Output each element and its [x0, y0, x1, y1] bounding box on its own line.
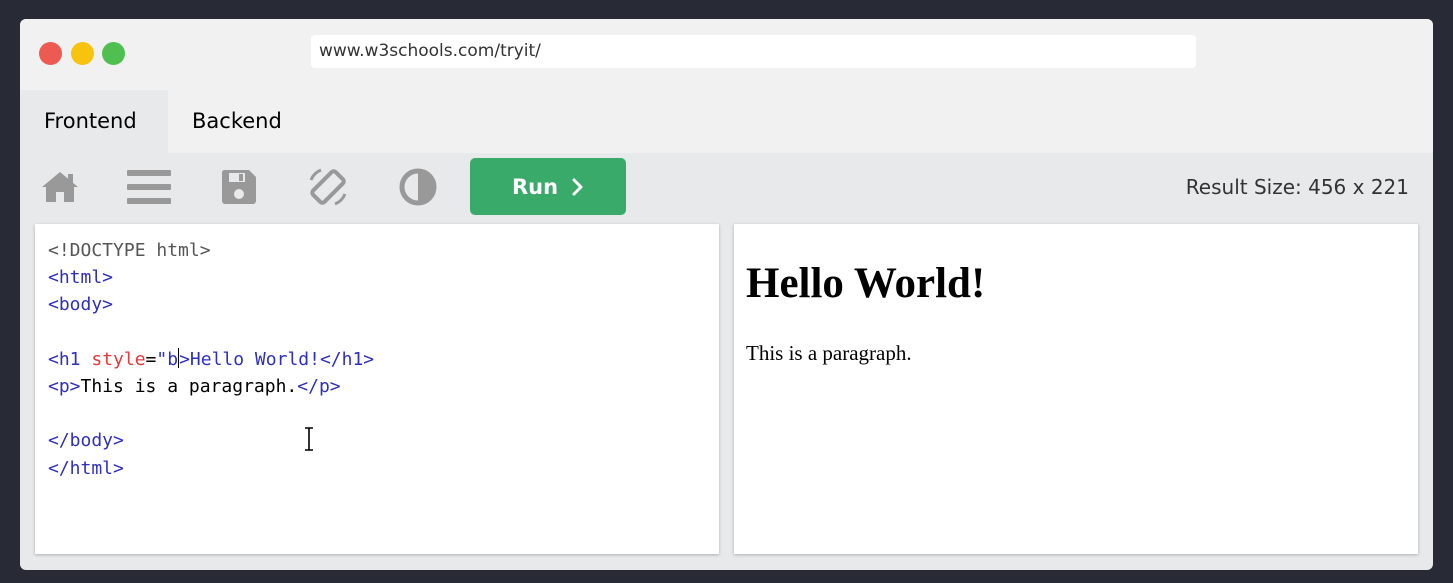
contrast-button[interactable] — [396, 166, 440, 208]
rotate-layout-button[interactable] — [306, 166, 350, 208]
address-bar[interactable]: www.w3schools.com/tryit/ — [311, 35, 1196, 68]
minimize-window-button[interactable] — [71, 42, 94, 65]
code-line: <body> — [48, 291, 374, 318]
code-token: style — [80, 348, 146, 370]
code-line: <html> — [48, 264, 374, 291]
code-token: <body> — [48, 294, 114, 316]
code-line: </body> — [48, 427, 374, 454]
code-token: <!DOCTYPE html> — [48, 240, 211, 261]
chevron-right-icon — [572, 178, 583, 195]
result-paragraph: This is a paragraph. — [746, 341, 912, 365]
run-button[interactable]: Run — [470, 158, 626, 215]
code-token: </html> — [48, 457, 124, 479]
menu-button[interactable] — [127, 166, 171, 208]
home-button[interactable] — [38, 166, 82, 208]
editor-toolbar: Run Result Size: 456 x 221 — [20, 153, 1433, 222]
browser-window: www.w3schools.com/tryit/ Frontend Backen… — [20, 19, 1433, 570]
title-bar: www.w3schools.com/tryit/ — [20, 19, 1433, 90]
tab-backend[interactable]: Backend — [168, 90, 306, 153]
code-editor[interactable]: <!DOCTYPE html> <html> <body> <h1 style="b… — [35, 224, 719, 554]
code-line: <h1 style="b>Hello World!</h1> — [48, 346, 374, 373]
code-token: <h1 — [48, 348, 81, 370]
code-token: "b — [156, 348, 179, 370]
run-label: Run — [511, 174, 559, 199]
close-window-button[interactable] — [39, 42, 62, 65]
code-line: <!DOCTYPE html> — [48, 237, 374, 264]
rotate-icon — [309, 168, 347, 206]
save-icon — [221, 170, 256, 204]
contrast-icon — [399, 168, 437, 206]
save-button[interactable] — [217, 166, 261, 208]
tab-bar: Frontend Backend — [20, 90, 1433, 153]
home-icon — [42, 172, 78, 202]
code-token: = — [145, 348, 157, 370]
code-token: >Hello World!</h1> — [179, 348, 375, 370]
maximize-window-button[interactable] — [102, 42, 125, 65]
code-token: This is a paragraph. — [80, 375, 298, 397]
result-pane: Hello World! This is a paragraph. — [734, 224, 1418, 554]
code-line: </html> — [48, 455, 374, 482]
code-token: </p> — [297, 375, 341, 397]
code-content[interactable]: <!DOCTYPE html> <html> <body> <h1 style="b… — [48, 237, 374, 482]
code-line: <p>This is a paragraph.</p> — [48, 373, 374, 400]
result-heading: Hello World! — [746, 260, 986, 307]
code-token: <html> — [48, 267, 114, 289]
text-cursor-icon — [305, 427, 313, 451]
code-token: <p> — [48, 375, 81, 397]
menu-icon — [127, 170, 171, 204]
code-token: </body> — [48, 430, 124, 452]
tab-frontend[interactable]: Frontend — [20, 90, 168, 153]
result-size-label: Result Size: 456 x 221 — [1185, 175, 1409, 199]
